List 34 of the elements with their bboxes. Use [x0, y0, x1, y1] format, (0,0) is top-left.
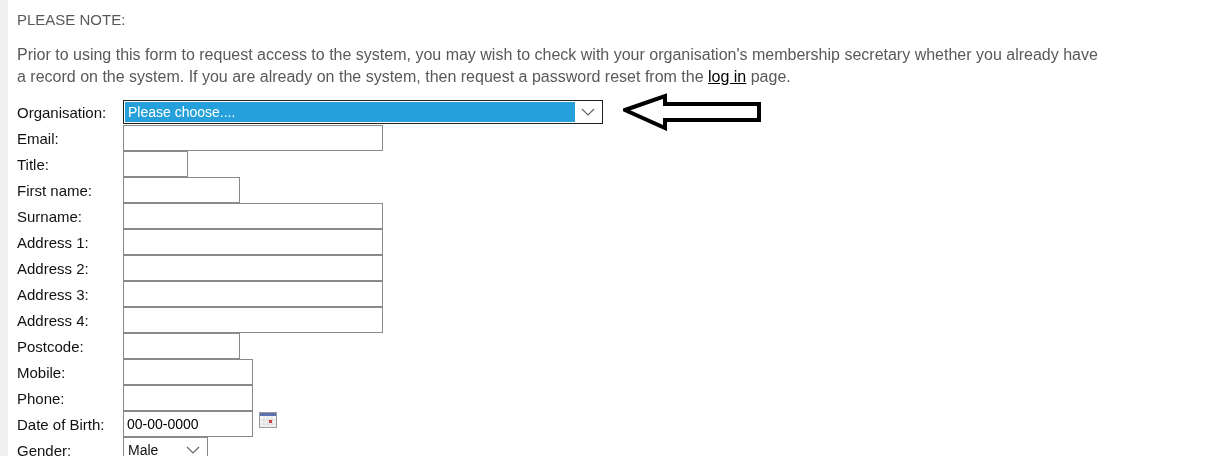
caret-icon: [186, 446, 200, 454]
input-field[interactable]: [123, 125, 383, 151]
notice-text: Prior to using this form to request access to the system, you may wish to check with your organisation's membership secretary whether you already have a record on the system. If you are already on the system, then request a password reset from the log in page.: [17, 45, 1099, 87]
input-field[interactable]: [123, 203, 383, 229]
field-label: First name:: [17, 181, 93, 199]
input-field[interactable]: 00-00-0000: [123, 411, 253, 437]
field-label: Address 1:: [17, 233, 90, 251]
notice-heading: PLEASE NOTE:: [17, 10, 127, 30]
field-label: Email:: [17, 129, 60, 147]
input-field[interactable]: [123, 255, 383, 281]
input-field[interactable]: [123, 307, 383, 333]
field-label: Address 4:: [17, 311, 90, 329]
input-field[interactable]: [123, 333, 240, 359]
field-label: Postcode:: [17, 337, 85, 355]
field-label: Mobile:: [17, 363, 67, 381]
input-field[interactable]: [123, 229, 383, 255]
input-field[interactable]: [123, 359, 253, 385]
field-label: Title:: [17, 155, 50, 173]
field-label: Address 3:: [17, 285, 90, 303]
arrow-icon: [623, 93, 763, 131]
field-label: Date of Birth:: [17, 415, 106, 433]
field-label: Organisation:: [17, 103, 108, 121]
field-label: Gender:: [17, 441, 73, 456]
field-label: Phone:: [17, 389, 66, 407]
log-in-link[interactable]: log in: [708, 68, 747, 85]
field-label: Surname:: [17, 207, 84, 225]
input-field[interactable]: [123, 177, 240, 203]
input-field[interactable]: [123, 151, 188, 177]
calendar-icon[interactable]: [259, 412, 277, 428]
input-field[interactable]: [123, 281, 383, 307]
input-field[interactable]: [123, 385, 253, 411]
caret-icon: [581, 108, 595, 116]
dropdown-field[interactable]: Male: [123, 437, 208, 456]
field-label: Address 2:: [17, 259, 90, 277]
